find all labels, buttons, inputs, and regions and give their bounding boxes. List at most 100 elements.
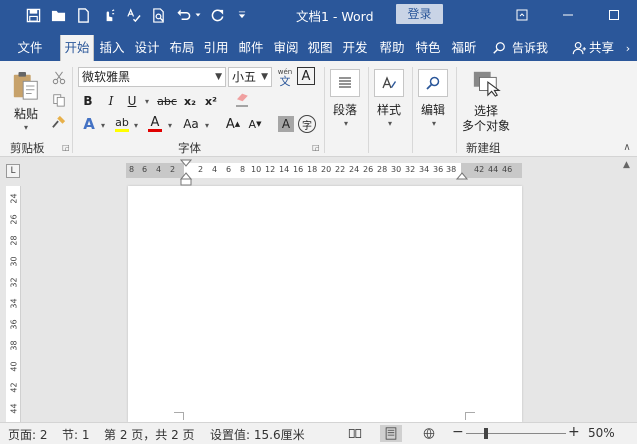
ruler-tick: 8 bbox=[129, 165, 135, 174]
undo-dropdown-icon[interactable] bbox=[193, 4, 203, 26]
change-case-button[interactable]: Aa bbox=[180, 115, 202, 133]
minimize-icon[interactable] bbox=[545, 0, 591, 30]
shrink-font-button[interactable]: A ▼ bbox=[247, 115, 263, 133]
clipboard-launcher-icon[interactable]: ◲ bbox=[62, 143, 70, 152]
editing-label[interactable]: 编辑 bbox=[414, 101, 452, 117]
paste-icon[interactable] bbox=[10, 69, 42, 103]
styles-dropdown-icon[interactable]: ▾ bbox=[384, 118, 396, 128]
read-mode-icon[interactable] bbox=[344, 425, 366, 442]
font-launcher-icon[interactable]: ◲ bbox=[312, 143, 320, 152]
undo-icon[interactable] bbox=[172, 4, 194, 26]
text-effects-icon[interactable]: A bbox=[80, 115, 98, 133]
zoom-slider-thumb[interactable] bbox=[484, 428, 488, 439]
superscript-button[interactable]: x² bbox=[203, 92, 219, 110]
character-shading-button[interactable]: A bbox=[278, 116, 294, 132]
zoom-slider[interactable] bbox=[466, 433, 566, 434]
collapse-ribbon-icon[interactable]: ∧ bbox=[620, 141, 634, 153]
print-layout-icon[interactable] bbox=[380, 425, 402, 442]
zoom-out-icon[interactable]: − bbox=[452, 424, 464, 440]
vertical-scrollbar[interactable]: ▲ bbox=[619, 158, 637, 422]
new-document-icon[interactable] bbox=[72, 4, 94, 26]
tab-layout[interactable]: 布局 bbox=[166, 35, 198, 61]
web-layout-icon[interactable] bbox=[418, 425, 440, 442]
tab-references[interactable]: 引用 bbox=[200, 35, 232, 61]
underline-button[interactable]: U bbox=[124, 92, 140, 110]
ribbon-display-options-icon[interactable] bbox=[499, 0, 545, 30]
select-objects-label-line2[interactable]: 多个对象 bbox=[458, 118, 514, 133]
tab-home[interactable]: 开始 bbox=[60, 35, 94, 61]
spelling-check-icon[interactable] bbox=[122, 4, 144, 26]
indent-markers-icon[interactable] bbox=[180, 159, 192, 186]
paste-label[interactable]: 粘贴 bbox=[8, 105, 44, 121]
zoom-in-icon[interactable]: + bbox=[568, 424, 580, 440]
find-icon[interactable] bbox=[418, 69, 448, 97]
touch-mode-icon[interactable] bbox=[97, 4, 119, 26]
vertical-ruler-tick: 38 bbox=[9, 340, 19, 351]
customize-toolbar-icon[interactable] bbox=[231, 4, 253, 26]
underline-dropdown-icon[interactable]: ▾ bbox=[142, 94, 152, 108]
paste-dropdown-icon[interactable]: ▾ bbox=[20, 122, 32, 132]
status-setting[interactable]: 设置值: 15.6厘米 bbox=[210, 426, 305, 443]
subscript-button[interactable]: x₂ bbox=[182, 92, 198, 110]
italic-button[interactable]: I bbox=[103, 92, 119, 110]
vertical-ruler-tick: 34 bbox=[9, 298, 19, 309]
change-case-dropdown-icon[interactable]: ▾ bbox=[202, 118, 212, 132]
highlight-dropdown-icon[interactable]: ▾ bbox=[131, 118, 141, 132]
restore-icon[interactable] bbox=[591, 0, 637, 30]
save-icon[interactable] bbox=[22, 4, 44, 26]
status-page[interactable]: 页面: 2 bbox=[8, 426, 48, 443]
scroll-up-icon[interactable]: ▲ bbox=[623, 160, 630, 170]
print-preview-icon[interactable] bbox=[147, 4, 169, 26]
select-objects-label-line1[interactable]: 选择 bbox=[458, 103, 514, 118]
tab-view[interactable]: 视图 bbox=[304, 35, 336, 61]
enclose-characters-button[interactable]: 字 bbox=[298, 115, 316, 133]
copy-icon[interactable] bbox=[50, 91, 68, 109]
document-page[interactable] bbox=[128, 186, 522, 422]
ruler-tick: 32 bbox=[405, 165, 416, 174]
tab-featured[interactable]: 特色 bbox=[412, 35, 444, 61]
phonetic-guide-button[interactable]: wén 文 bbox=[276, 66, 294, 88]
bold-button[interactable]: B bbox=[80, 92, 96, 110]
font-name-combo[interactable]: 微软雅黑 ▼ bbox=[78, 67, 226, 87]
font-color-dropdown-icon[interactable]: ▾ bbox=[165, 118, 175, 132]
tab-selector[interactable]: L bbox=[6, 164, 20, 178]
format-painter-icon[interactable] bbox=[50, 113, 68, 131]
tab-file[interactable]: 文件 bbox=[10, 35, 50, 61]
character-border-button[interactable]: A bbox=[297, 67, 315, 85]
strikethrough-button[interactable]: abc bbox=[156, 92, 178, 110]
grow-font-button[interactable]: A ▲ bbox=[225, 115, 241, 133]
font-size-combo[interactable]: 小五 ▼ bbox=[228, 67, 272, 87]
highlight-icon[interactable]: ab bbox=[113, 115, 131, 133]
login-button[interactable]: 登录 bbox=[396, 4, 443, 24]
tab-mailings[interactable]: 邮件 bbox=[235, 35, 267, 61]
tell-me-box[interactable]: 告诉我 bbox=[492, 35, 548, 61]
styles-icon[interactable] bbox=[374, 69, 404, 97]
group-separator bbox=[412, 67, 413, 153]
open-folder-icon[interactable] bbox=[47, 4, 69, 26]
tab-developer[interactable]: 开发 bbox=[339, 35, 371, 61]
styles-label[interactable]: 样式 bbox=[370, 101, 408, 117]
select-objects-icon[interactable] bbox=[470, 68, 502, 98]
font-color-icon[interactable]: A bbox=[146, 115, 164, 133]
vertical-ruler[interactable]: 24 26 28 30 32 34 36 38 40 42 44 bbox=[6, 186, 21, 422]
paragraph-dropdown-icon[interactable]: ▾ bbox=[340, 118, 352, 128]
right-indent-marker-icon[interactable] bbox=[456, 172, 468, 180]
cut-icon[interactable] bbox=[50, 69, 68, 87]
tab-insert[interactable]: 插入 bbox=[97, 35, 127, 61]
tab-foxit[interactable]: 福昕 bbox=[448, 35, 480, 61]
tab-review[interactable]: 审阅 bbox=[270, 35, 302, 61]
clear-formatting-icon[interactable] bbox=[232, 90, 252, 110]
ruler-tick: 44 bbox=[488, 165, 499, 174]
paragraph-label[interactable]: 段落 bbox=[326, 101, 364, 117]
redo-icon[interactable] bbox=[206, 4, 228, 26]
share-button[interactable]: 共享 bbox=[572, 35, 614, 61]
tab-help[interactable]: 帮助 bbox=[376, 35, 408, 61]
status-section[interactable]: 节: 1 bbox=[62, 426, 90, 443]
tab-scroll-right-icon[interactable]: › bbox=[622, 40, 634, 56]
text-effects-dropdown-icon[interactable]: ▾ bbox=[98, 118, 108, 132]
zoom-level[interactable]: 50% bbox=[588, 426, 615, 440]
paragraph-icon[interactable] bbox=[330, 69, 360, 97]
editing-dropdown-icon[interactable]: ▾ bbox=[428, 118, 440, 128]
tab-design[interactable]: 设计 bbox=[131, 35, 163, 61]
status-page-of[interactable]: 第 2 页，共 2 页 bbox=[104, 426, 195, 443]
